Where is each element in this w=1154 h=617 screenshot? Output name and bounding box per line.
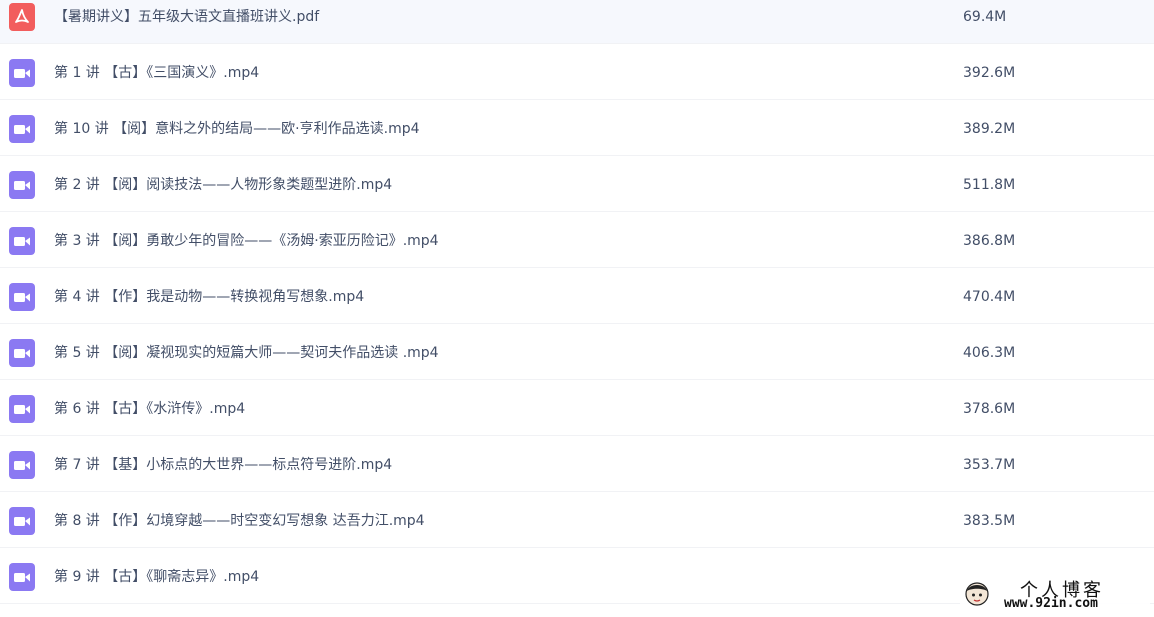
file-size: 511.8M xyxy=(963,177,1016,193)
file-size: 378.6M xyxy=(963,401,1016,417)
file-name[interactable]: 【暑期讲义】五年级大语文直播班讲义.pdf xyxy=(54,0,319,46)
file-row-pdf[interactable]: 【暑期讲义】五年级大语文直播班讲义.pdf 69.4M xyxy=(0,0,1154,44)
file-list: 【暑期讲义】五年级大语文直播班讲义.pdf 69.4M 第 1 讲 【古】《三国… xyxy=(0,0,1154,604)
file-name[interactable]: 第 6 讲 【古】《水浒传》.mp4 xyxy=(54,380,245,438)
file-name[interactable]: 第 3 讲 【阅】勇敢少年的冒险——《汤姆·索亚历险记》.mp4 xyxy=(54,212,439,270)
video-icon xyxy=(9,339,35,367)
file-row-video[interactable]: 第 7 讲 【基】小标点的大世界——标点符号进阶.mp4 353.7M xyxy=(0,436,1154,492)
video-icon xyxy=(9,59,35,87)
file-name[interactable]: 第 9 讲 【古】《聊斋志异》.mp4 xyxy=(54,548,259,606)
file-row-video[interactable]: 第 4 讲 【作】我是动物——转换视角写想象.mp4 470.4M xyxy=(0,268,1154,324)
file-name[interactable]: 第 1 讲 【古】《三国演义》.mp4 xyxy=(54,44,259,102)
video-icon xyxy=(9,283,35,311)
file-size: 470.4M xyxy=(963,289,1016,305)
watermark-url: www.92in.com xyxy=(1004,596,1098,611)
file-size: 353.7M xyxy=(963,457,1016,473)
watermark: 个人博客 www.92in.com xyxy=(960,574,1150,614)
file-row-video[interactable]: 第 5 讲 【阅】凝视现实的短篇大师——契诃夫作品选读 .mp4 406.3M xyxy=(0,324,1154,380)
file-size: 406.3M xyxy=(963,345,1016,361)
file-row-video[interactable]: 第 3 讲 【阅】勇敢少年的冒险——《汤姆·索亚历险记》.mp4 386.8M xyxy=(0,212,1154,268)
file-name[interactable]: 第 2 讲 【阅】阅读技法——人物形象类题型进阶.mp4 xyxy=(54,156,392,214)
file-name[interactable]: 第 4 讲 【作】我是动物——转换视角写想象.mp4 xyxy=(54,268,364,326)
file-size: 383.5M xyxy=(963,513,1016,529)
file-row-video[interactable]: 第 10 讲 【阅】意料之外的结局——欧·亨利作品选读.mp4 389.2M xyxy=(0,100,1154,156)
file-row-video[interactable]: 第 1 讲 【古】《三国演义》.mp4 392.6M xyxy=(0,44,1154,100)
avatar-icon xyxy=(964,580,990,608)
file-name[interactable]: 第 10 讲 【阅】意料之外的结局——欧·亨利作品选读.mp4 xyxy=(54,100,420,158)
video-icon xyxy=(9,507,35,535)
file-row-video[interactable]: 第 6 讲 【古】《水浒传》.mp4 378.6M xyxy=(0,380,1154,436)
file-size: 392.6M xyxy=(963,65,1016,81)
file-size: 69.4M xyxy=(963,9,1007,25)
file-name[interactable]: 第 5 讲 【阅】凝视现实的短篇大师——契诃夫作品选读 .mp4 xyxy=(54,324,439,382)
file-name[interactable]: 第 7 讲 【基】小标点的大世界——标点符号进阶.mp4 xyxy=(54,436,392,494)
file-name[interactable]: 第 8 讲 【作】幻境穿越——时空变幻写想象 达吾力江.mp4 xyxy=(54,492,425,550)
file-row-video[interactable]: 第 8 讲 【作】幻境穿越——时空变幻写想象 达吾力江.mp4 383.5M xyxy=(0,492,1154,548)
video-icon xyxy=(9,171,35,199)
pdf-icon xyxy=(9,3,35,31)
file-size: 389.2M xyxy=(963,121,1016,137)
video-icon xyxy=(9,115,35,143)
video-icon xyxy=(9,451,35,479)
video-icon xyxy=(9,227,35,255)
file-size: 386.8M xyxy=(963,233,1016,249)
file-row-video[interactable]: 第 2 讲 【阅】阅读技法——人物形象类题型进阶.mp4 511.8M xyxy=(0,156,1154,212)
video-icon xyxy=(9,395,35,423)
video-icon xyxy=(9,563,35,591)
